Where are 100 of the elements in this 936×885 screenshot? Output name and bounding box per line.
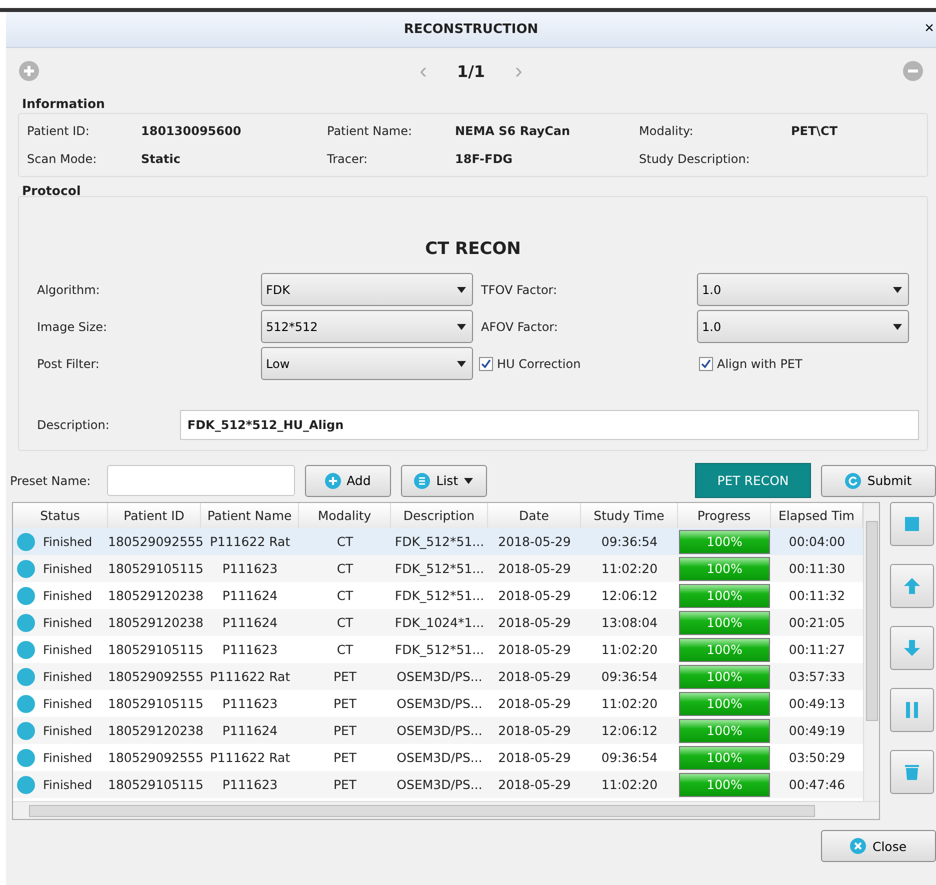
dropdown[interactable]: 1.0 bbox=[697, 273, 909, 306]
pause-button[interactable] bbox=[890, 688, 934, 732]
table-cell-text: 11:02:20 bbox=[600, 777, 659, 792]
checkbox-label: HU Correction bbox=[497, 356, 581, 370]
table-row[interactable]: Finished 180529092555 P111622 Rat CT FDK_512*51... 2018-05-29 09:36:54 100% 00:04:00 bbox=[13, 528, 863, 555]
field-label: Tracer: bbox=[327, 152, 369, 166]
stop-button[interactable] bbox=[890, 502, 934, 546]
table-cell-text: 00:21:05 bbox=[788, 615, 846, 630]
delete-button[interactable] bbox=[890, 750, 934, 794]
table-cell: 180529105115 bbox=[108, 642, 201, 657]
table-cell-text: 11:02:20 bbox=[600, 642, 659, 657]
table-cell: Finished bbox=[43, 696, 92, 710]
field-value: Static bbox=[141, 152, 182, 166]
field-label: Scan Mode: bbox=[27, 152, 98, 166]
field-label: AFOV Factor: bbox=[480, 320, 559, 334]
move-up-button[interactable] bbox=[890, 564, 934, 608]
page-number: 1/1 bbox=[456, 62, 486, 80]
progress-text: 100% bbox=[706, 748, 744, 766]
table-cell: Finished bbox=[43, 642, 92, 656]
table-cell-text: CT bbox=[336, 615, 354, 630]
table-cell-text: OSEM3D/PS... bbox=[396, 723, 484, 738]
add-button[interactable]: Add bbox=[304, 464, 391, 496]
table-cell-text: 09:36:54 bbox=[600, 750, 659, 765]
section-title: Information bbox=[21, 95, 106, 113]
submit-button[interactable]: Submit bbox=[821, 464, 936, 496]
arrow-up-icon bbox=[904, 578, 920, 594]
table-row[interactable]: Finished 180529092555 P111622 Rat PET OSEM3D/PS... 2018-05-29 09:36:54 100% 03:57:33 bbox=[13, 663, 863, 690]
table-cell-text: P111623 bbox=[221, 696, 279, 711]
table-cell-text: 03:50:29 bbox=[788, 750, 846, 765]
dropdown[interactable]: 512*512 bbox=[261, 310, 473, 343]
field-value: NEMA S6 RayCan bbox=[455, 124, 572, 138]
pet-recon-button[interactable]: PET RECON bbox=[695, 463, 811, 498]
remove-icon[interactable] bbox=[902, 60, 924, 82]
table-cell-text: 2018-05-29 bbox=[497, 642, 572, 657]
progress-text: 100% bbox=[706, 614, 744, 632]
table-cell-text: 2018-05-29 bbox=[497, 615, 572, 630]
field-label: Algorithm: bbox=[37, 282, 101, 296]
dropdown[interactable]: FDK bbox=[261, 273, 473, 306]
field-value: 18F-FDG bbox=[455, 152, 514, 166]
table-row[interactable]: Finished 180529105115 P111623 PET OSEM3D/PS... 2018-05-29 11:02:20 100% 00:47:46 bbox=[13, 771, 863, 798]
table-cell-text: 2018-05-29 bbox=[497, 561, 572, 576]
table-cell: Finished bbox=[43, 778, 92, 792]
dropdown[interactable]: Low bbox=[261, 347, 473, 380]
table-cell-text: OSEM3D/PS... bbox=[396, 696, 484, 711]
close-button[interactable]: × bbox=[922, 20, 936, 38]
table-row[interactable]: Finished 180529120238 P111624 PET OSEM3D/PS... 2018-05-29 12:06:12 100% 00:49:19 bbox=[13, 717, 863, 744]
list-button[interactable]: List bbox=[400, 464, 487, 496]
caret-icon bbox=[893, 324, 902, 330]
table-cell-text: FDK_512*51... bbox=[394, 534, 486, 549]
table-cell-text: 2018-05-29 bbox=[497, 696, 572, 711]
table-row[interactable]: Finished 180529105115 P111623 CT FDK_512*51... 2018-05-29 11:02:20 100% 00:11:30 bbox=[13, 555, 863, 582]
preset-name-field[interactable] bbox=[106, 465, 295, 496]
move-down-button[interactable] bbox=[890, 626, 934, 670]
field-label: Modality: bbox=[639, 124, 694, 138]
table-cell-text: OSEM3D/PS... bbox=[396, 750, 484, 765]
table-cell-text: 2018-05-29 bbox=[497, 750, 572, 765]
table-cell-text: 2018-05-29 bbox=[497, 669, 572, 684]
table-row[interactable]: Finished 180529120238 P111624 CT FDK_1024*1... 2018-05-29 13:08:04 100% 00:21:05 bbox=[13, 609, 863, 636]
table-cell-text: PET bbox=[332, 696, 358, 711]
dropdown[interactable]: 1.0 bbox=[697, 310, 909, 343]
checkbox[interactable] bbox=[699, 356, 713, 370]
table-cell-text: FDK_512*51... bbox=[394, 588, 486, 603]
table-cell-text: P111624 bbox=[221, 615, 279, 630]
close-button[interactable]: Close bbox=[821, 830, 936, 862]
table-cell-text: 00:47:46 bbox=[788, 777, 846, 792]
table-cell-text: 11:02:20 bbox=[600, 561, 659, 576]
table-cell-text: FDK_512*51... bbox=[394, 642, 486, 657]
close-icon bbox=[850, 838, 866, 854]
table-cell-text: 09:36:54 bbox=[600, 534, 659, 549]
progress-text: 100% bbox=[706, 560, 744, 578]
table-cell: Finished bbox=[43, 616, 92, 630]
table-cell: 180529105115 bbox=[108, 696, 201, 711]
table-cell: Finished bbox=[43, 588, 92, 602]
progress-text: 100% bbox=[706, 640, 744, 658]
table-cell-text: PET bbox=[332, 750, 358, 765]
description-field[interactable]: FDK_512*512_HU_Align bbox=[180, 410, 919, 440]
table-cell-text: P111622 Rat bbox=[208, 534, 292, 549]
horizontal-scrollbar[interactable] bbox=[13, 801, 879, 819]
field-label: Patient Name: bbox=[327, 124, 414, 138]
table-cell-text: 00:49:13 bbox=[788, 696, 846, 711]
table-cell-text: CT bbox=[336, 642, 354, 657]
caret-icon bbox=[457, 286, 466, 292]
table-cell: Finished bbox=[43, 670, 92, 684]
pause-icon bbox=[906, 702, 918, 718]
list-icon bbox=[414, 472, 430, 488]
table-cell-text: P111623 bbox=[221, 642, 279, 657]
table-cell-text: FDK_1024*1... bbox=[394, 615, 486, 630]
field-label: Preset Name: bbox=[10, 474, 91, 488]
checkbox[interactable] bbox=[479, 356, 493, 370]
table-cell-text: 13:08:04 bbox=[600, 615, 659, 630]
table-cell-text: P111623 bbox=[221, 561, 279, 576]
caret-icon bbox=[457, 360, 466, 366]
table-cell-text: 00:49:19 bbox=[788, 723, 846, 738]
field-label: Description: bbox=[37, 418, 110, 432]
vertical-scrollbar[interactable] bbox=[863, 503, 879, 801]
add-icon[interactable] bbox=[18, 60, 40, 82]
table-cell-text: P111622 Rat bbox=[208, 750, 292, 765]
table-cell: 180529092555 bbox=[108, 669, 201, 684]
table-cell-text: 00:11:27 bbox=[788, 642, 846, 657]
trash-icon bbox=[905, 764, 919, 780]
